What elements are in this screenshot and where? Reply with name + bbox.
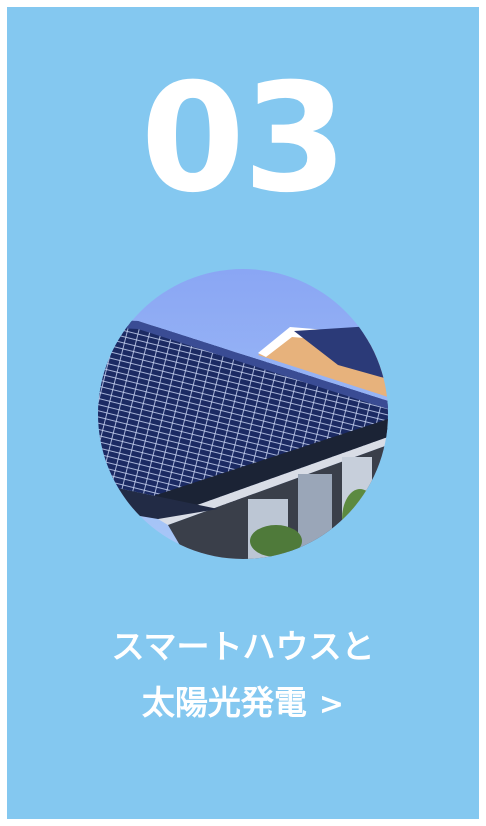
caption-line-2-text: 太陽光発電: [141, 683, 307, 722]
chevron-right-icon: >: [318, 687, 345, 722]
caption-line-2: 太陽光発電 >: [7, 675, 479, 733]
solar-roof-photo: [98, 269, 388, 559]
service-card-03[interactable]: 03 スマートハウスと 太陽光発電 >: [7, 7, 479, 819]
caption-line-1: スマートハウスと: [111, 627, 375, 666]
card-caption: スマートハウスと 太陽光発電 >: [7, 619, 479, 733]
card-number: 03: [140, 52, 348, 226]
